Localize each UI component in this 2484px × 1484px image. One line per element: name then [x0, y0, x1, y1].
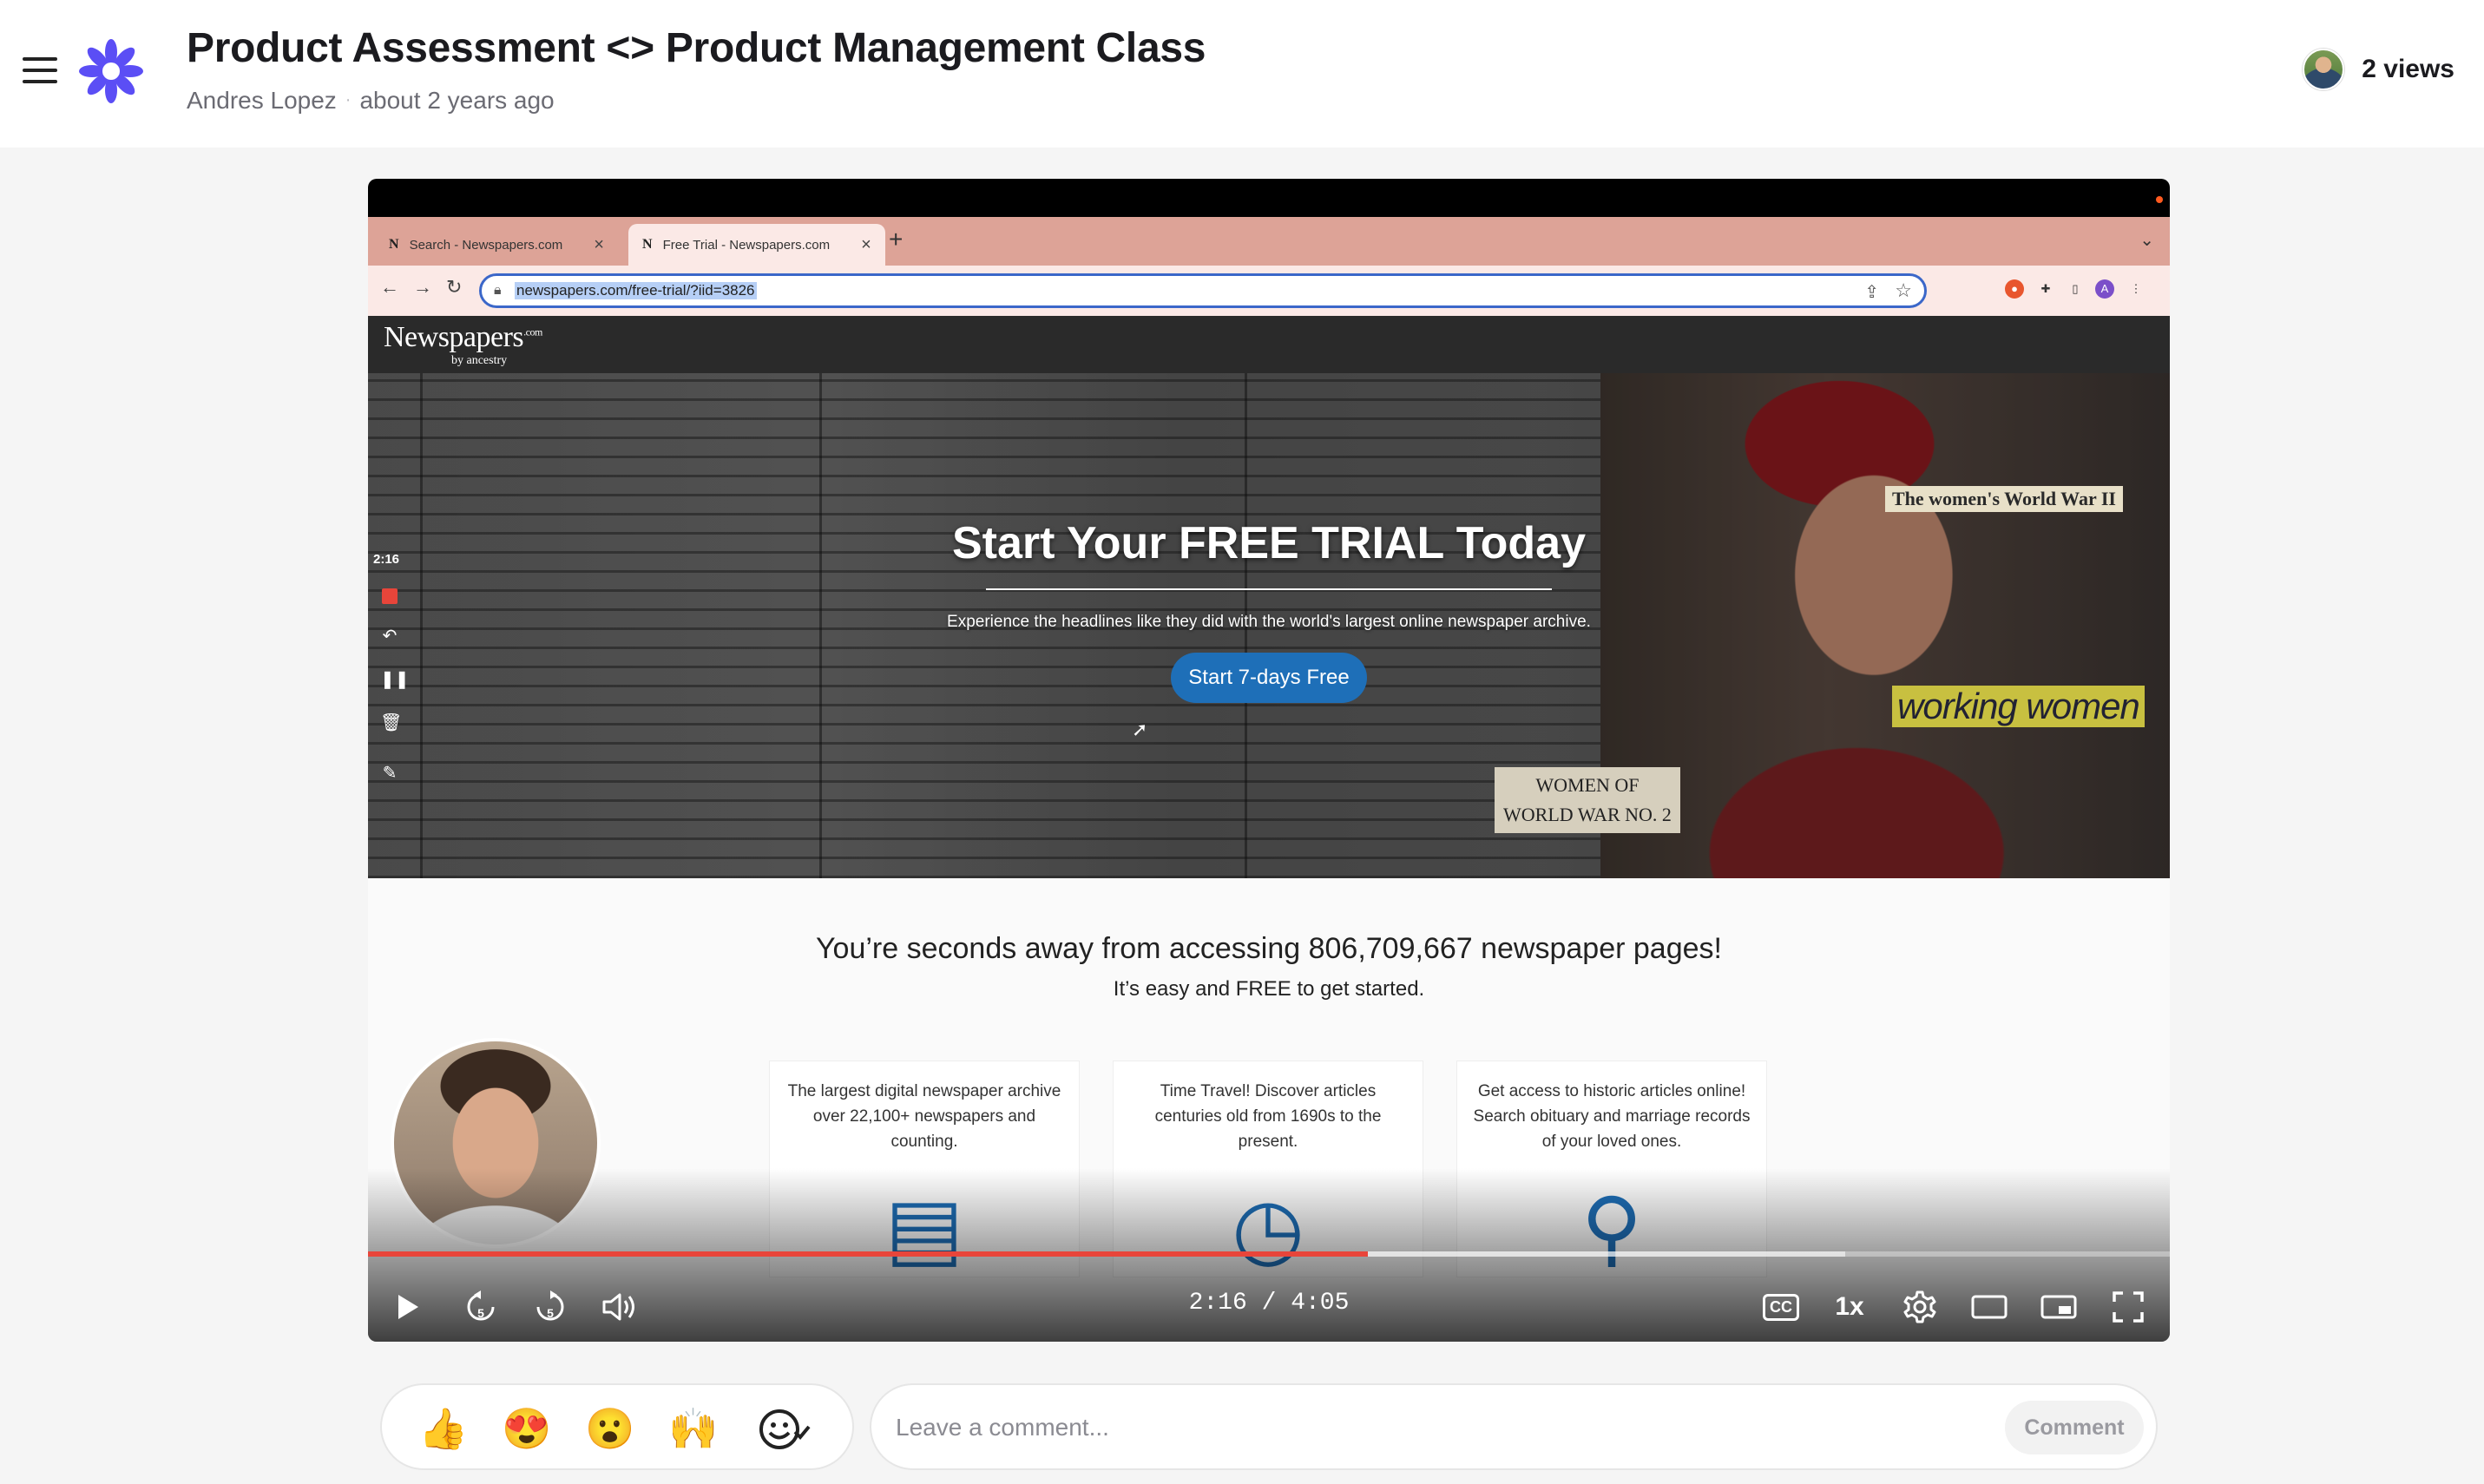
timestamp: about 2 years ago: [359, 87, 555, 114]
thumbs-up-reaction[interactable]: 👍: [418, 1404, 468, 1453]
speed-label: 1x: [1835, 1292, 1864, 1321]
comment-composer: Comment: [870, 1383, 2158, 1470]
content-title: You’re seconds away from accessing 806,7…: [816, 932, 1722, 965]
raised-hands-reaction[interactable]: 🙌: [668, 1404, 718, 1453]
url-field: 🔒︎ newspapers.com/free-trial/?iid=3826 ⇪…: [479, 273, 1927, 308]
lock-icon: 🔒︎: [494, 283, 502, 298]
video-frame: N Search - Newspapers.com × N Free Trial…: [368, 179, 2170, 1342]
pause-icon: ❚❚: [380, 670, 410, 689]
hero-caption: The women's World War II: [1885, 486, 2123, 512]
share-icon: ⇪: [1864, 283, 1879, 302]
site-header: Newspapers.com by ancestry: [368, 316, 2170, 373]
gear-icon: [1903, 1290, 1936, 1323]
viewer-avatar: [2303, 49, 2345, 90]
hero-caption: WOMEN OF WORLD WAR NO. 2: [1495, 767, 1680, 833]
captions-button[interactable]: CC: [1757, 1281, 1805, 1333]
loom-logo-icon[interactable]: [78, 38, 144, 104]
comment-button[interactable]: Comment: [2005, 1401, 2144, 1454]
video-player[interactable]: N Search - Newspapers.com × N Free Trial…: [368, 179, 2170, 1342]
browser-address-bar: ← → ↻ 🔒︎ newspapers.com/free-trial/?iid=…: [368, 266, 2170, 316]
comment-input[interactable]: [896, 1406, 1981, 1449]
back-arrow-icon: ←: [380, 276, 399, 298]
reload-icon: ↻: [446, 276, 463, 298]
playback-speed-button[interactable]: 1x: [1828, 1281, 1871, 1333]
reactions-bar: 👍 😍 😮 🙌: [380, 1383, 854, 1470]
sidebar-icon: ▯: [2072, 282, 2079, 295]
fullscreen-icon: [2113, 1291, 2144, 1323]
menu-icon[interactable]: [23, 57, 57, 85]
browser-tab-bar: N Search - Newspapers.com × N Free Trial…: [368, 217, 2170, 266]
progress-bar[interactable]: [368, 1251, 2170, 1257]
trash-icon: 🗑︎: [380, 713, 403, 732]
played-bar: [368, 1251, 1369, 1257]
browser-tab-search: N Search - Newspapers.com ×: [375, 224, 618, 266]
hero-divider: [986, 588, 1552, 590]
fullscreen-button[interactable]: [2104, 1281, 2152, 1333]
profile-icon: A: [2095, 279, 2114, 299]
views-label: 2 views: [2362, 55, 2454, 83]
browser-tab-free-trial: N Free Trial - Newspapers.com ×: [628, 224, 885, 266]
chevron-down-icon: ⌄: [2139, 231, 2154, 250]
video-meta: Andres Lopez · about 2 years ago: [187, 87, 555, 115]
ancestry-byline: by ancestry: [451, 354, 508, 367]
content-subtitle: It’s easy and FREE to get started.: [1113, 977, 1425, 1001]
page-header: Product Assessment <> Product Management…: [0, 0, 2484, 148]
forward-arrow-icon: →: [413, 276, 432, 298]
page-title: Product Assessment <> Product Management…: [187, 25, 1206, 71]
star-icon: ☆: [1895, 279, 1912, 301]
recording-dot: [2156, 196, 2163, 203]
settings-button[interactable]: [1896, 1281, 1944, 1333]
surprised-reaction[interactable]: 😮: [585, 1404, 634, 1453]
hero-title: Start Your FREE TRIAL Today: [951, 518, 1586, 568]
recording-time: 2:16: [373, 552, 400, 567]
close-icon: ×: [594, 234, 604, 254]
author-name[interactable]: Andres Lopez: [187, 87, 337, 114]
tab-label: Free Trial - Newspapers.com: [662, 237, 831, 253]
undo-icon: ↶: [382, 627, 398, 646]
meta-separator: ·: [345, 90, 352, 109]
puzzle-icon: ✚: [2040, 282, 2051, 295]
hero-subtitle: Experience the headlines like they did w…: [947, 613, 1591, 631]
cc-icon: CC: [1763, 1293, 1799, 1321]
close-icon: ×: [861, 234, 871, 254]
views-counter[interactable]: 2 views: [2303, 49, 2454, 90]
pip-icon: [2040, 1295, 2077, 1319]
newspapers-favicon-icon: N: [642, 237, 653, 252]
stop-icon: [380, 587, 399, 606]
mouse-cursor-icon: ➚: [1132, 719, 1148, 740]
add-emoji-icon: [759, 1409, 811, 1449]
kebab-menu-icon: ⋮: [2130, 282, 2142, 295]
theater-icon: [1971, 1295, 2008, 1319]
url-text: newspapers.com/free-trial/?iid=3826: [515, 282, 757, 299]
add-reaction-button[interactable]: [757, 1406, 812, 1463]
picture-in-picture-button[interactable]: [2034, 1281, 2083, 1333]
heart-eyes-reaction[interactable]: 😍: [502, 1404, 551, 1453]
newspapers-logo: Newspapers.com: [384, 321, 542, 353]
new-tab-icon: +: [889, 226, 904, 253]
pen-icon: ✎: [382, 764, 398, 783]
tab-label: Search - Newspapers.com: [409, 237, 563, 253]
hero-caption: working women: [1892, 686, 2145, 727]
start-free-trial-button: Start 7-days Free: [1171, 653, 1367, 703]
extension-icon: ●: [2005, 279, 2024, 299]
theater-mode-button[interactable]: [1965, 1281, 2014, 1333]
newspapers-favicon-icon: N: [389, 237, 399, 252]
